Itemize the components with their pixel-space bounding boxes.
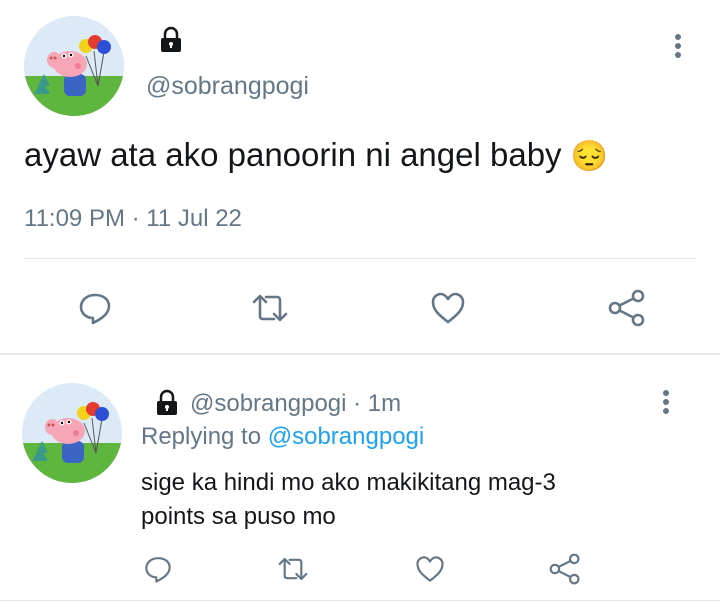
reply-text: sige ka hindi mo ako makikitang mag-3 po… — [141, 466, 681, 534]
lock-icon — [157, 26, 185, 54]
retweet-icon — [252, 294, 288, 322]
peppa-pig-avatar-image — [22, 383, 122, 483]
share-button[interactable] — [602, 286, 652, 330]
reply-handle[interactable]: @sobrangpogi — [190, 390, 346, 417]
pensive-emoji: 😔 — [570, 140, 609, 173]
like-button[interactable] — [410, 550, 450, 588]
tweet-timestamp[interactable]: 11:09 PM · 11 Jul 22 — [24, 205, 242, 233]
more-options-icon[interactable] — [675, 34, 681, 58]
tweet-handle[interactable]: @sobrangpogi — [146, 72, 309, 101]
reply-button[interactable] — [138, 550, 178, 588]
reply-time: 1m — [367, 390, 402, 417]
retweet-button[interactable] — [245, 286, 295, 330]
section-divider — [0, 353, 720, 355]
retweet-icon — [278, 557, 308, 581]
like-icon — [431, 292, 465, 324]
replying-to: Replying to @sobrangpogi — [141, 423, 424, 451]
reply-button[interactable] — [70, 286, 120, 330]
reply-avatar[interactable] — [22, 383, 122, 483]
tweet-text: ayaw ata ako panoorin ni angel baby 😔 — [24, 136, 608, 174]
avatar[interactable] — [24, 16, 124, 116]
like-icon — [416, 556, 444, 582]
reply-icon — [79, 293, 111, 325]
replying-prefix: Replying to — [141, 423, 268, 450]
reply-icon — [145, 557, 171, 583]
peppa-pig-avatar-image — [24, 16, 124, 116]
tweet-body: ayaw ata ako panoorin ni angel baby — [24, 136, 562, 173]
reply-header: @sobrangpogi · 1m — [190, 390, 401, 418]
share-icon — [608, 289, 645, 327]
like-button[interactable] — [423, 286, 473, 330]
replying-mention-link[interactable]: @sobrangpogi — [268, 423, 424, 450]
reply-text-line: points sa puso mo — [141, 503, 336, 530]
separator: · — [346, 390, 368, 417]
reply-text-line: sige ka hindi mo ako makikitang mag-3 — [141, 469, 556, 496]
divider — [24, 258, 696, 259]
more-options-icon[interactable] — [663, 390, 669, 414]
share-button[interactable] — [545, 550, 585, 588]
share-icon — [549, 553, 580, 585]
retweet-button[interactable] — [273, 550, 313, 588]
lock-icon — [153, 389, 181, 417]
divider — [0, 600, 720, 601]
